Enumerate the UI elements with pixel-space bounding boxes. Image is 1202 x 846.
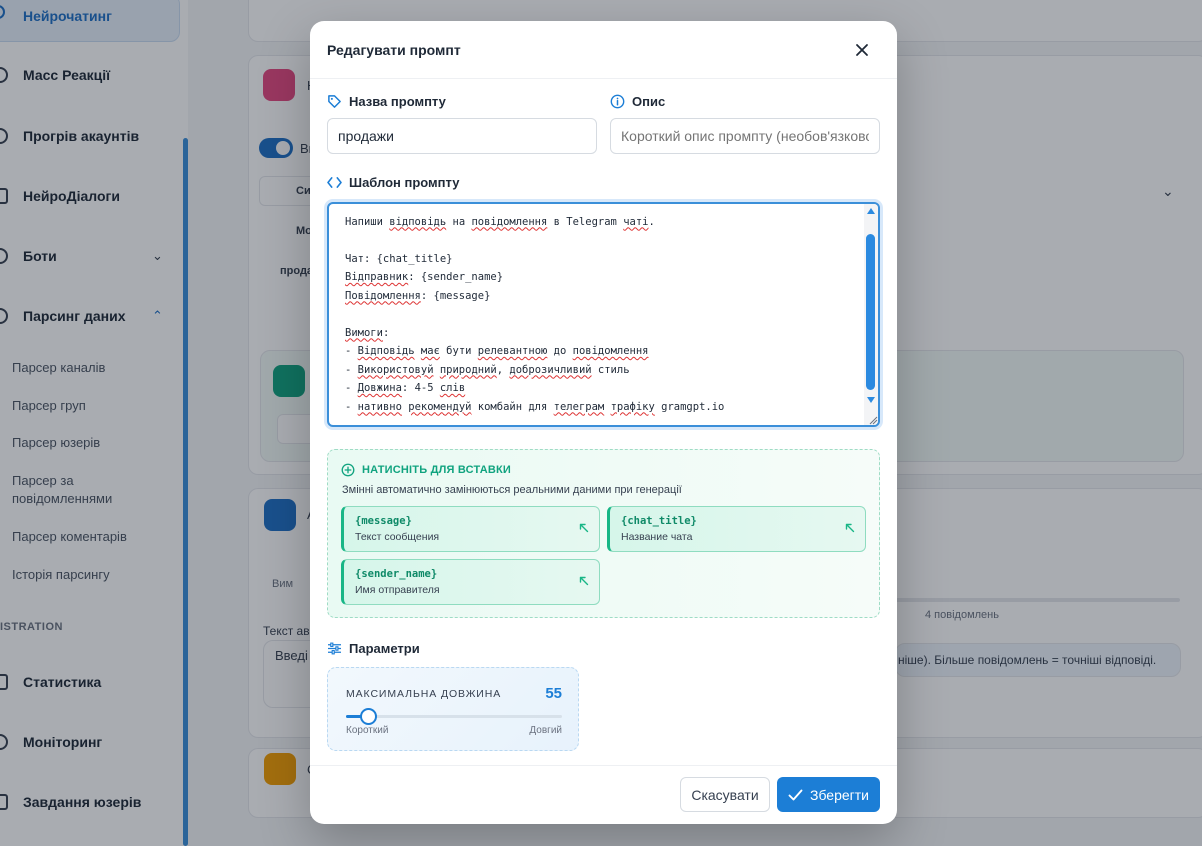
textarea-scrollbar[interactable] — [864, 204, 878, 425]
max-length-value: 55 — [545, 685, 562, 702]
info-icon — [610, 94, 625, 109]
plus-circle-icon — [341, 463, 355, 477]
template-line — [345, 231, 860, 250]
edit-prompt-modal: Редагувати промпт Назва промпту Опис Шаб… — [310, 21, 897, 824]
cancel-button[interactable]: Скасувати — [680, 777, 770, 812]
sliders-icon — [328, 642, 341, 655]
template-line: - нативно рекомендуй комбайн для телегра… — [345, 400, 725, 413]
description-input[interactable] — [610, 118, 880, 154]
description-label: Опис — [610, 94, 665, 109]
variable-description: Имя отправителя — [355, 584, 440, 596]
variable-description: Название чата — [621, 531, 693, 543]
scroll-thumb[interactable] — [866, 234, 875, 390]
variable-chip-chat-title[interactable]: {chat_title} Название чата — [607, 506, 866, 552]
variable-chip-sender-name[interactable]: {sender_name} Имя отправителя — [341, 559, 600, 605]
template-textarea[interactable]: Напиши відповідь на повідомлення в Teleg… — [327, 202, 880, 427]
parameters-label: Параметри — [327, 641, 420, 656]
prompt-name-label: Назва промпту — [327, 94, 446, 109]
variable-chip-message[interactable]: {message} Текст сообщения — [341, 506, 600, 552]
variables-panel: НАТИСНІТЬ ДЛЯ ВСТАВКИ Змінні автоматично… — [327, 449, 880, 618]
template-line: Вимоги: — [345, 326, 390, 339]
close-icon — [856, 44, 868, 56]
template-text: Напиши відповідь на повідомлення в Teleg… — [345, 204, 860, 425]
template-line: - Відповідь має бути релевантною до пові… — [345, 345, 649, 357]
code-icon — [327, 177, 342, 188]
resize-grip-icon[interactable] — [868, 415, 878, 425]
template-label: Шаблон промпту — [327, 175, 459, 190]
insert-arrow-icon — [845, 523, 855, 533]
close-button[interactable] — [850, 38, 874, 62]
slider-thumb[interactable] — [359, 708, 377, 725]
modal-header: Редагувати промпт — [310, 21, 897, 79]
template-line: - Використовуй природний, доброзичливий … — [345, 363, 630, 376]
max-length-slider[interactable] — [346, 708, 562, 725]
tag-icon — [328, 95, 341, 108]
modal-footer: Скасувати Зберегти — [310, 765, 897, 824]
slider-min-label: Короткий — [346, 725, 389, 736]
variable-name: {chat_title} — [621, 515, 697, 527]
insert-subtitle: Змінні автоматично замінюються реальними… — [342, 484, 682, 496]
template-line: Повідомлення: {message} — [345, 289, 491, 302]
max-length-label: МАКСИМАЛЬНА ДОВЖИНА — [346, 688, 502, 700]
variable-description: Текст сообщения — [355, 531, 440, 543]
modal-title: Редагувати промпт — [327, 42, 461, 58]
template-line: Чат: {chat_title} — [345, 252, 453, 265]
prompt-name-input[interactable] — [327, 118, 597, 154]
scroll-down-arrow-icon[interactable] — [867, 397, 875, 403]
template-line: Відправник: {sender_name} — [345, 271, 504, 283]
insert-title: НАТИСНІТЬ ДЛЯ ВСТАВКИ — [341, 463, 511, 477]
slider-max-label: Довгий — [529, 725, 562, 736]
template-line — [345, 305, 860, 324]
insert-arrow-icon — [579, 576, 589, 586]
scroll-up-arrow-icon[interactable] — [867, 208, 875, 214]
save-button[interactable]: Зберегти — [777, 777, 880, 812]
template-line: Напиши відповідь на повідомлення в Teleg… — [345, 215, 655, 228]
template-line: - Довжина: 4-5 слів — [345, 382, 466, 394]
variable-name: {message} — [355, 515, 412, 527]
check-icon — [788, 789, 803, 800]
max-length-card: МАКСИМАЛЬНА ДОВЖИНА 55 Короткий Довгий — [327, 667, 579, 751]
variable-name: {sender_name} — [355, 568, 438, 580]
insert-arrow-icon — [579, 523, 589, 533]
